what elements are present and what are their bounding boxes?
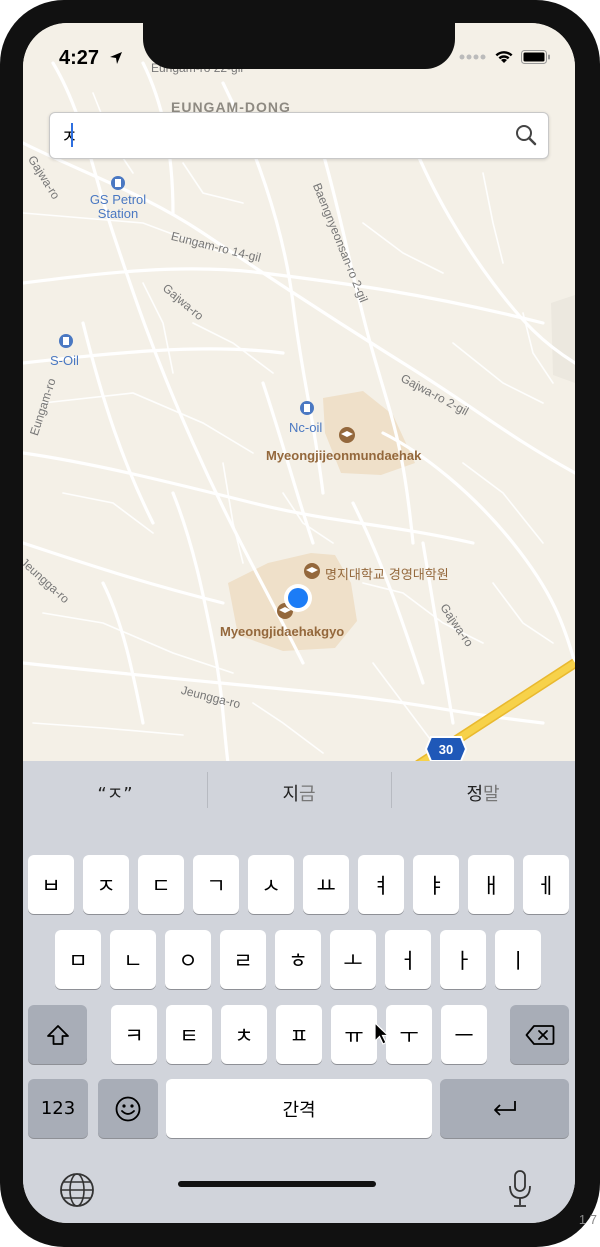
emoji-icon [115,1096,141,1121]
phone-frame: 30 EUNGAM-DONG Gajwa-ro Baengnyeonsan-ro… [0,0,600,1247]
key[interactable]: ㄴ [110,930,156,989]
key[interactable]: ㅌ [166,1005,212,1064]
signal-icon [459,54,486,60]
shift-icon [46,1024,69,1045]
key[interactable]: ㅍ [276,1005,322,1064]
search-icon[interactable] [514,123,538,147]
key[interactable]: ㅛ [303,855,349,914]
key[interactable]: ㅏ [440,930,486,989]
notch [143,23,455,69]
suggestion-item[interactable]: “ㅈ” [23,780,207,806]
text-caret [71,123,73,147]
poi-label-graduate-school[interactable]: 명지대학교 경영대학원 [325,564,449,583]
screen: 30 EUNGAM-DONG Gajwa-ro Baengnyeonsan-ro… [23,23,575,1223]
poi-label-myeongjijeonmundaehak[interactable]: Myeongjijeonmundaehak [266,448,421,463]
key[interactable]: ㅓ [385,930,431,989]
backspace-icon [525,1024,554,1045]
key[interactable]: ㅡ [441,1005,487,1064]
space-key[interactable]: 간격 [166,1079,432,1138]
key[interactable]: ㅕ [358,855,404,914]
search-bar[interactable]: ㅈ [49,112,549,159]
svg-text:30: 30 [439,742,453,757]
suggestion-item[interactable]: 지금 [207,772,391,808]
key[interactable]: ㅔ [523,855,569,914]
delete-key[interactable] [510,1005,569,1064]
route-shield-30: 30 [424,736,468,762]
mouse-pointer-icon [374,1022,390,1045]
location-arrow-icon [110,52,122,64]
key[interactable]: ㅋ [111,1005,157,1064]
key[interactable]: ㅎ [275,930,321,989]
emoji-key[interactable] [98,1079,158,1138]
school-icon [304,563,320,579]
poi-label-nc-oil[interactable]: Nc-oil [289,420,322,435]
fuel-icon [300,401,314,415]
wifi-icon [495,51,513,63]
key[interactable]: ㅣ [495,930,541,989]
key[interactable]: ㅐ [468,855,514,914]
suggestion-bar: “ㅈ” 지금 정말 [23,761,575,825]
return-key[interactable] [440,1079,569,1138]
fuel-icon [111,176,125,190]
poi-label-s-oil[interactable]: S-Oil [50,353,79,368]
status-time: 4:27 [59,47,100,69]
globe-icon[interactable] [59,1172,95,1208]
battery-icon [521,50,550,64]
key[interactable]: ㅈ [83,855,129,914]
corner-text: 1 7 [578,1212,597,1227]
school-icon [339,427,355,443]
suggestion-item[interactable]: 정말 [391,772,575,808]
poi-label-myeongjidaehakgyo[interactable]: Myeongjidaehakgyo [220,624,344,639]
key[interactable]: ㅁ [55,930,101,989]
fuel-icon [59,334,73,348]
user-location-marker[interactable] [284,584,312,612]
microphone-icon[interactable] [507,1169,533,1209]
search-input[interactable]: ㅈ [61,123,78,149]
status-icons [459,50,551,64]
key[interactable]: ㅜ [386,1005,432,1064]
numbers-key[interactable]: 123 [28,1079,88,1138]
key[interactable]: ㄱ [193,855,239,914]
key[interactable]: ㅅ [248,855,294,914]
key[interactable]: ㄷ [138,855,184,914]
poi-label-gs-petrol[interactable]: GS Petrol Station [88,193,148,221]
shift-key[interactable] [28,1005,87,1064]
key[interactable]: ㅇ [165,930,211,989]
key[interactable]: ㅂ [28,855,74,914]
key[interactable]: ㅑ [413,855,459,914]
keyboard: “ㅈ” 지금 정말 ㅂ ㅈ ㄷ ㄱ ㅅ ㅛ ㅕ ㅑ ㅐ ㅔ ㅁ ㄴ ㅇ ㄹ ㅎ … [23,761,575,1223]
key[interactable]: ㅗ [330,930,376,989]
home-indicator[interactable] [178,1181,376,1187]
key[interactable]: ㅠ [331,1005,377,1064]
key[interactable]: ㅊ [221,1005,267,1064]
key[interactable]: ㄹ [220,930,266,989]
return-icon [493,1100,516,1116]
